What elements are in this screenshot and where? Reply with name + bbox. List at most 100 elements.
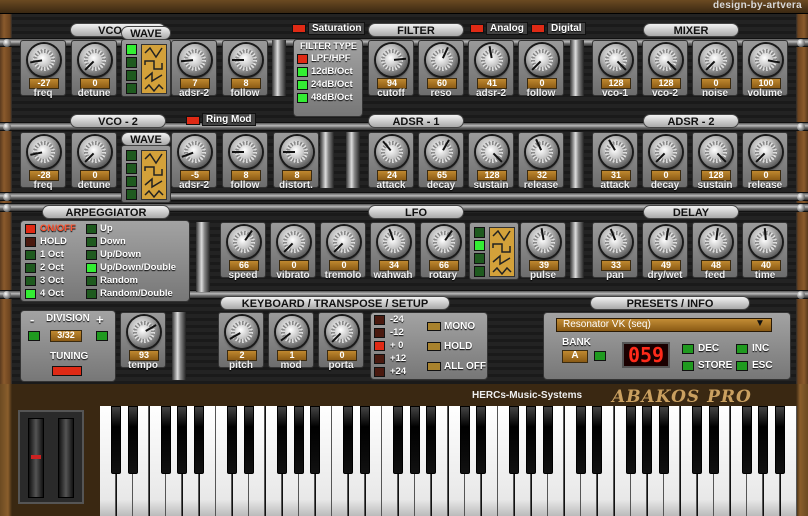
bank-value[interactable]: A [562,350,588,363]
undefined-knob[interactable] [378,226,410,258]
transpose-led-4[interactable] [374,367,385,377]
undefined-knob[interactable] [528,226,560,258]
undefined-knob[interactable] [750,136,782,168]
black-key[interactable] [393,406,404,474]
undefined-knob[interactable] [79,44,111,76]
wave-led-2[interactable] [126,57,137,68]
black-key[interactable] [277,406,287,474]
filter-type-led-lpfhpf[interactable] [297,54,308,64]
black-key[interactable] [360,406,370,474]
ring-mod-led[interactable] [186,116,200,125]
mod-wheel[interactable] [58,418,74,498]
filter-type-led-2[interactable] [297,80,308,90]
undefined-knob[interactable] [600,44,632,76]
black-key[interactable] [227,406,238,474]
undefined-knob[interactable] [650,136,682,168]
arp-led-3[interactable] [25,263,36,273]
black-key[interactable] [542,406,553,474]
undefined-knob[interactable] [700,136,732,168]
tuning-button[interactable] [52,366,82,376]
chevron-down-icon[interactable]: ▼ [755,318,765,329]
store-button[interactable] [682,361,694,371]
transpose-led-0[interactable] [374,315,385,325]
arp-mode-led-1[interactable] [86,237,97,247]
transpose-led-1[interactable] [374,328,385,338]
wave-led-3[interactable] [126,70,137,81]
undefined-knob[interactable] [600,136,632,168]
black-key[interactable] [127,406,138,474]
dec-button[interactable] [682,344,694,354]
pitch-wheel[interactable] [28,418,44,498]
black-key[interactable] [194,406,204,474]
saturation-led[interactable] [292,24,306,33]
black-key[interactable] [426,406,437,474]
transpose-led-3[interactable] [374,354,385,364]
wave-led-4[interactable] [474,266,485,277]
undefined-knob[interactable] [526,136,558,168]
transpose-led-2[interactable] [374,341,385,351]
black-key[interactable] [476,406,487,474]
undefined-knob[interactable] [28,136,60,168]
undefined-knob[interactable] [79,136,111,168]
wave-led-1[interactable] [474,227,485,238]
wave-led-3[interactable] [126,176,137,187]
alloff-button[interactable] [427,362,441,371]
undefined-knob[interactable] [700,44,732,76]
arp-led-2[interactable] [25,250,36,260]
arp-led-4[interactable] [25,276,36,286]
black-key[interactable] [310,406,321,474]
wave-led-1[interactable] [126,150,137,161]
black-key[interactable] [741,406,752,474]
black-key[interactable] [409,406,420,474]
undefined-knob[interactable] [328,226,360,258]
esc-button[interactable] [736,361,748,371]
undefined-knob[interactable] [376,44,408,76]
undefined-knob[interactable] [700,226,732,258]
black-key[interactable] [642,406,653,474]
black-key[interactable] [243,406,254,474]
analog-led[interactable] [470,24,484,33]
black-key[interactable] [625,406,636,474]
black-key[interactable] [293,406,304,474]
digital-led[interactable] [531,24,545,33]
undefined-knob[interactable] [426,44,458,76]
black-key[interactable] [177,406,188,474]
filter-type-led-1[interactable] [297,67,308,77]
wave-led-4[interactable] [126,83,137,94]
arp-mode-led-3[interactable] [86,263,97,273]
inc-button[interactable] [736,344,748,354]
black-key[interactable] [775,406,785,474]
black-key[interactable] [758,406,769,474]
undefined-knob[interactable] [276,316,308,348]
black-key[interactable] [111,406,121,474]
undefined-knob[interactable] [228,226,260,258]
undefined-knob[interactable] [278,226,310,258]
undefined-knob[interactable] [750,226,782,258]
black-key[interactable] [692,406,702,474]
undefined-knob[interactable] [230,136,262,168]
mono-button[interactable] [427,322,441,331]
undefined-knob[interactable] [179,44,211,76]
undefined-knob[interactable] [226,316,258,348]
black-key[interactable] [459,406,470,474]
arp-mode-led-0[interactable] [86,224,97,234]
arp-led-1[interactable] [25,237,36,247]
undefined-knob[interactable] [326,316,358,348]
wave-led-2[interactable] [126,163,137,174]
black-key[interactable] [592,406,603,474]
black-key[interactable] [575,406,586,474]
undefined-knob[interactable] [476,136,508,168]
black-key[interactable] [526,406,536,474]
undefined-knob[interactable] [376,136,408,168]
filter-type-led-3[interactable] [297,93,308,103]
wave-led-1[interactable] [126,44,137,55]
arp-mode-led-2[interactable] [86,250,97,260]
undefined-knob[interactable] [128,316,160,348]
undefined-knob[interactable] [179,136,211,168]
division-dec-button[interactable] [28,331,40,341]
undefined-knob[interactable] [281,136,313,168]
undefined-knob[interactable] [476,44,508,76]
undefined-knob[interactable] [28,44,60,76]
black-key[interactable] [708,406,719,474]
wave-led-2[interactable] [474,240,485,251]
